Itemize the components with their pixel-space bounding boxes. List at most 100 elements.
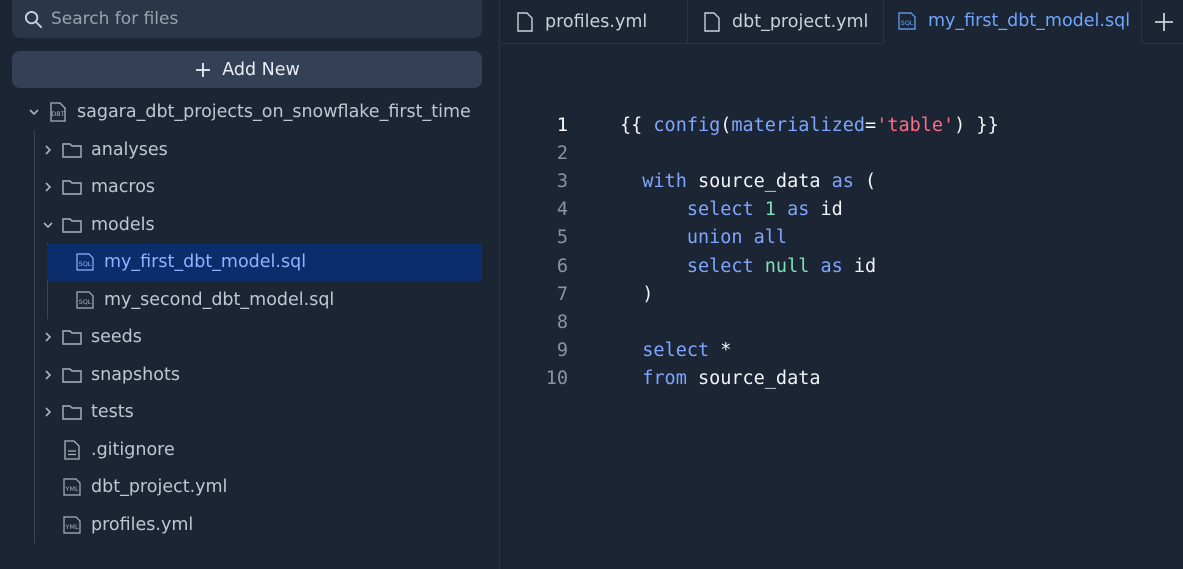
chevron-right-icon bbox=[45, 182, 52, 192]
dbt-file-icon: DBT bbox=[50, 102, 66, 122]
folder-label: seeds bbox=[91, 327, 142, 347]
code-line[interactable]: 7 ) bbox=[501, 281, 1183, 309]
code-token: config bbox=[653, 115, 721, 136]
code-token: as bbox=[831, 171, 854, 193]
sql-file-icon: SQL bbox=[76, 291, 94, 309]
line-number: 7 bbox=[556, 283, 568, 305]
tree-folder-seeds[interactable]: seeds bbox=[41, 319, 142, 355]
folder-icon bbox=[62, 143, 82, 158]
svg-text:YML: YML bbox=[64, 485, 79, 493]
code-token: select bbox=[620, 339, 710, 361]
sql-file-icon: SQL bbox=[898, 12, 916, 30]
file-label: dbt_project.yml bbox=[91, 477, 228, 497]
tab-dbt-project-yml[interactable]: dbt_project.yml bbox=[688, 0, 884, 44]
svg-text:SQL: SQL bbox=[79, 260, 92, 268]
add-new-button[interactable]: Add New bbox=[12, 51, 482, 88]
svg-text:SQL: SQL bbox=[79, 298, 92, 306]
folder-label: macros bbox=[91, 177, 156, 197]
code-token: ( bbox=[853, 171, 877, 193]
folder-icon bbox=[62, 218, 82, 233]
line-number: 10 bbox=[545, 367, 568, 389]
code-line[interactable]: 5 union all bbox=[501, 224, 1183, 252]
tab-label: my_first_dbt_model.sql bbox=[928, 11, 1131, 31]
tab-bar: profiles.yml dbt_project.yml SQL my_firs… bbox=[501, 0, 1183, 44]
sql-file-icon: SQL bbox=[76, 253, 94, 271]
code-line[interactable]: 8 bbox=[501, 309, 1183, 337]
tree-folder-snapshots[interactable]: snapshots bbox=[41, 357, 180, 393]
chevron-right-icon bbox=[45, 370, 52, 380]
file-label: my_first_dbt_model.sql bbox=[104, 252, 307, 272]
code-text: from source_data bbox=[620, 365, 820, 393]
code-text: select null as id bbox=[620, 253, 876, 281]
code-token: 'table' bbox=[876, 115, 955, 136]
line-number: 6 bbox=[556, 255, 568, 277]
code-token: ) }} bbox=[954, 115, 999, 136]
search-input[interactable] bbox=[51, 9, 471, 29]
tree-file-profiles-yml[interactable]: YML profiles.yml bbox=[61, 507, 193, 543]
file-label: .gitignore bbox=[91, 440, 175, 460]
tab-profiles-yml[interactable]: profiles.yml bbox=[501, 0, 688, 44]
tab-label: profiles.yml bbox=[545, 12, 648, 32]
code-token: select bbox=[620, 255, 754, 277]
add-new-label: Add New bbox=[222, 59, 300, 80]
file-label: my_second_dbt_model.sql bbox=[104, 290, 335, 310]
yml-file-icon: YML bbox=[63, 478, 81, 496]
code-text: select 1 as id bbox=[620, 196, 843, 224]
tree-folder-tests[interactable]: tests bbox=[41, 394, 134, 430]
code-line[interactable]: 10 from source_data bbox=[501, 365, 1183, 393]
line-number: 5 bbox=[556, 227, 568, 249]
folder-icon bbox=[62, 405, 82, 420]
code-editor: profiles.yml dbt_project.yml SQL my_firs… bbox=[501, 0, 1183, 569]
line-number: 2 bbox=[556, 143, 568, 165]
chevron-right-icon bbox=[45, 145, 52, 155]
code-token: null bbox=[764, 255, 810, 277]
code-text: {{ config(materialized='table') }} bbox=[620, 112, 999, 140]
code-line[interactable]: 2 bbox=[501, 140, 1183, 168]
tab-label: dbt_project.yml bbox=[732, 12, 869, 32]
code-token: ( bbox=[720, 115, 732, 136]
tree-root-project[interactable]: DBT sagara_dbt_projects_on_snowflake_fir… bbox=[27, 94, 471, 130]
code-text: union all bbox=[620, 224, 787, 252]
code-token: select bbox=[620, 199, 754, 221]
code-token: ) bbox=[620, 283, 654, 305]
code-line[interactable]: 9 select * bbox=[501, 337, 1183, 365]
code-token: source_data bbox=[686, 171, 832, 193]
chevron-right-icon bbox=[45, 407, 52, 417]
tree-file-dbt-project-yml[interactable]: YML dbt_project.yml bbox=[61, 469, 227, 505]
tree-folder-analyses[interactable]: analyses bbox=[41, 132, 168, 168]
code-token: from bbox=[620, 367, 687, 389]
tree-file-gitignore[interactable]: .gitignore bbox=[61, 432, 175, 468]
chevron-down-icon bbox=[43, 222, 53, 229]
new-tab-plus-icon[interactable] bbox=[1151, 9, 1177, 35]
indent-guide bbox=[34, 131, 35, 543]
line-number: 4 bbox=[556, 199, 568, 221]
tab-my-first-dbt-model-sql[interactable]: SQL my_first_dbt_model.sql bbox=[884, 0, 1142, 44]
plus-icon bbox=[196, 62, 211, 77]
folder-icon bbox=[62, 330, 82, 345]
search-box[interactable] bbox=[12, 0, 482, 38]
code-line[interactable]: 1 {{ config(materialized='table') }} bbox=[501, 112, 1183, 140]
code-line[interactable]: 3 with source_data as ( bbox=[501, 168, 1183, 196]
tree-folder-macros[interactable]: macros bbox=[41, 169, 155, 205]
tree-folder-models[interactable]: models bbox=[41, 207, 155, 243]
file-label: profiles.yml bbox=[91, 515, 194, 535]
yml-file-icon: YML bbox=[63, 516, 81, 534]
code-token: id bbox=[842, 255, 877, 277]
file-icon bbox=[704, 12, 720, 32]
code-token: union all bbox=[620, 227, 788, 249]
code-token: source_data bbox=[686, 367, 821, 389]
folder-label: models bbox=[91, 215, 155, 235]
folder-label: tests bbox=[91, 402, 134, 422]
code-line[interactable]: 4 select 1 as id bbox=[501, 196, 1183, 224]
chevron-right-icon bbox=[45, 332, 52, 342]
tree-file-my-first-dbt-model[interactable]: SQL my_first_dbt_model.sql bbox=[74, 244, 306, 280]
project-name: sagara_dbt_projects_on_snowflake_first_t… bbox=[77, 102, 471, 122]
code-token: 1 bbox=[764, 199, 776, 221]
code-line[interactable]: 6 select null as id bbox=[501, 253, 1183, 281]
tree-file-my-second-dbt-model[interactable]: SQL my_second_dbt_model.sql bbox=[74, 282, 334, 318]
search-icon bbox=[24, 10, 43, 28]
line-number: 9 bbox=[556, 339, 568, 361]
svg-text:YML: YML bbox=[64, 523, 79, 531]
